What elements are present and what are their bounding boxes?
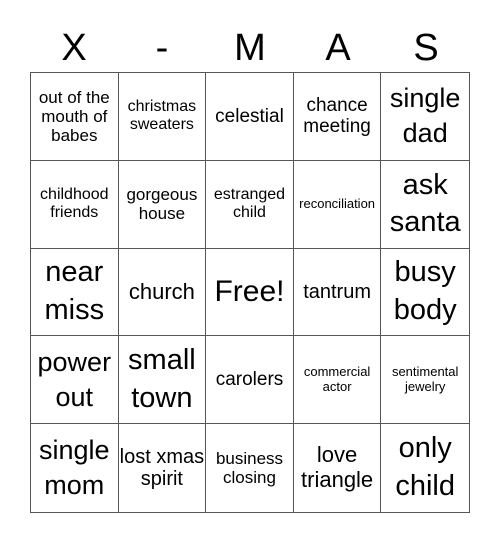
bingo-cell[interactable]: love triangle <box>294 424 382 512</box>
bingo-cell[interactable]: christmas sweaters <box>118 73 207 161</box>
bingo-grid: out of the mouth of babes christmas swea… <box>30 72 470 513</box>
bingo-cell[interactable]: church <box>118 248 207 337</box>
bingo-cell[interactable]: near miss <box>31 248 119 337</box>
header-letter-a: A <box>325 27 351 69</box>
bingo-cell[interactable]: sentimental jewelry <box>381 336 469 425</box>
bingo-cell[interactable]: out of the mouth of babes <box>31 73 119 161</box>
header-letter-s: S <box>413 27 439 69</box>
bingo-cell[interactable]: single dad <box>381 73 469 161</box>
bingo-cell[interactable]: reconciliation <box>293 160 382 249</box>
bingo-cell[interactable]: commercial actor <box>293 336 382 425</box>
header-letter-x: X <box>61 27 87 69</box>
bingo-cell[interactable]: business closing <box>206 424 294 512</box>
header-letter-dash: - <box>155 27 169 69</box>
bingo-cell[interactable]: power out <box>31 336 119 425</box>
bingo-cell[interactable]: tantrum <box>293 248 382 337</box>
bingo-cell[interactable]: only child <box>381 424 469 512</box>
bingo-header: X - M A S <box>30 26 470 70</box>
header-letter-m: M <box>234 27 266 69</box>
bingo-cell[interactable]: small town <box>118 336 207 425</box>
bingo-cell[interactable]: estranged child <box>206 160 294 249</box>
bingo-cell[interactable]: lost xmas spirit <box>119 424 207 512</box>
bingo-cell[interactable]: chance meeting <box>293 73 382 161</box>
bingo-cell[interactable]: childhood friends <box>31 160 119 249</box>
bingo-cell[interactable]: ask santa <box>381 161 469 249</box>
bingo-cell[interactable]: single mom <box>31 424 119 512</box>
bingo-cell[interactable]: gorgeous house <box>118 160 207 249</box>
bingo-cell[interactable]: carolers <box>206 336 294 425</box>
bingo-cell[interactable]: busy body <box>381 249 469 337</box>
free-space[interactable]: Free! <box>206 248 294 337</box>
bingo-cell[interactable]: celestial <box>206 73 294 161</box>
